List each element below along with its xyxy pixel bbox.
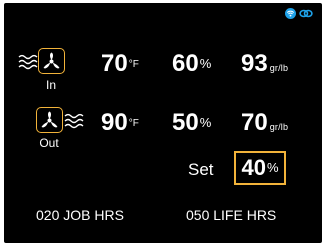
fan-icon: [36, 107, 63, 133]
display-screen: In 70°F 60% 93 gr/lb Out 90°F 50% 70 gr/lb…: [4, 3, 322, 243]
airflow-waves-icon: [64, 113, 84, 129]
outlet-temperature: 90°F: [101, 109, 139, 136]
setpoint-label: Set: [188, 160, 214, 179]
inlet-grains: 93 gr/lb: [241, 50, 289, 77]
outlet-label: Out: [39, 136, 59, 150]
link-icon: [299, 8, 313, 19]
status-icons: [285, 8, 313, 19]
fan-icon: [38, 48, 65, 74]
job-hours: 020 JOB HRS: [36, 207, 124, 223]
airflow-waves-icon: [18, 54, 38, 70]
wifi-icon: [285, 8, 296, 19]
outlet-humidity: 50%: [172, 109, 212, 136]
inlet-humidity: 60%: [172, 50, 212, 77]
inlet-label: In: [45, 78, 56, 92]
setpoint-value[interactable]: 40%: [234, 151, 286, 185]
life-hours: 050 LIFE HRS: [186, 207, 277, 223]
outlet-grains: 70 gr/lb: [241, 109, 289, 136]
inlet-temperature: 70°F: [101, 50, 139, 77]
